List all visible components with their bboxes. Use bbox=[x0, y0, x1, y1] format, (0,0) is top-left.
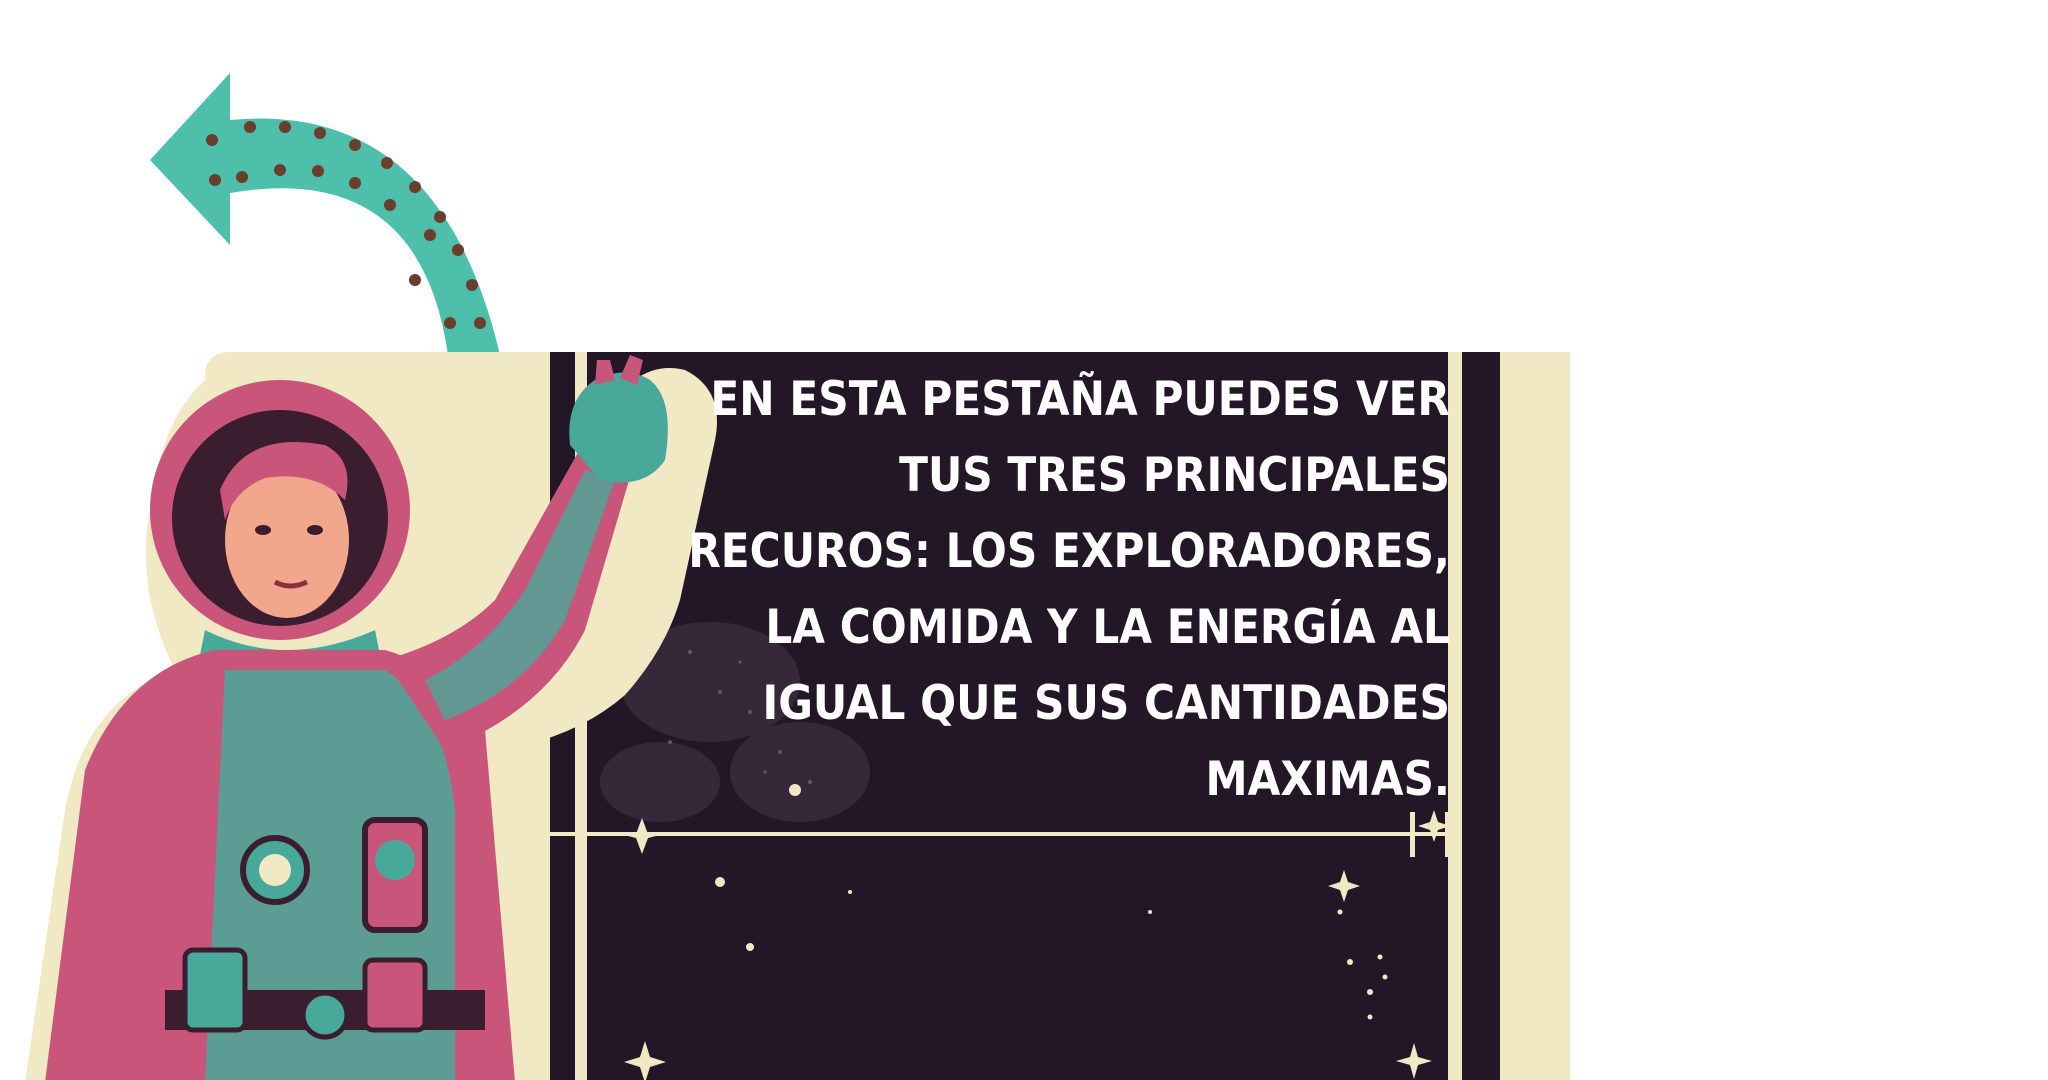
tutorial-overlay: EN ESTA PESTAÑA PUEDES VER TUS TRES PRIN… bbox=[0, 0, 2048, 1080]
astronaut-guide-illustration bbox=[25, 355, 717, 1080]
tutorial-message: EN ESTA PESTAÑA PUEDES VER TUS TRES PRIN… bbox=[688, 372, 1450, 807]
curved-back-arrow-icon[interactable] bbox=[150, 65, 540, 355]
